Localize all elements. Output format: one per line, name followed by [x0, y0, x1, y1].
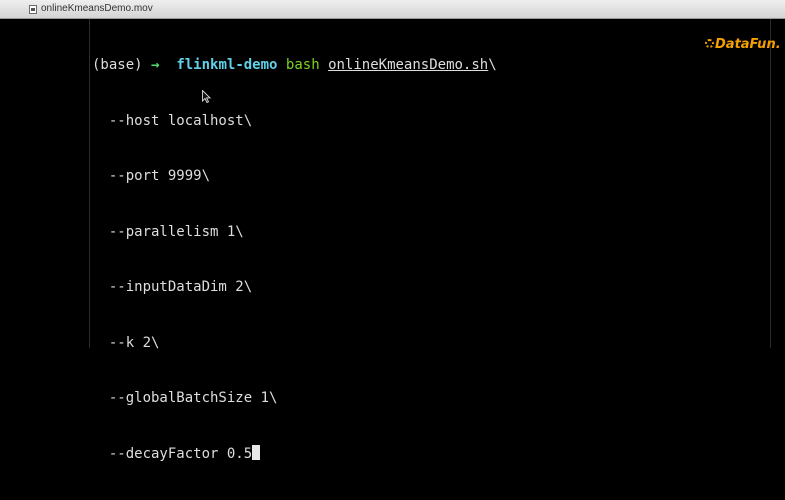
datafun-logo: DataFun. — [705, 37, 781, 52]
arg-line: --k 2\ — [92, 334, 160, 351]
mouse-pointer-icon — [202, 90, 211, 103]
arg-line: --globalBatchSize 1\ — [92, 390, 278, 406]
logo-mark-icon — [705, 39, 714, 48]
prompt-arrow: → — [151, 57, 160, 73]
arg-line: --parallelism 1\ — [92, 223, 244, 240]
window-title: onlineKmeansDemo.mov — [41, 3, 153, 14]
command-name: bash — [285, 57, 320, 73]
arg-text: --decayFactor 0.5 — [92, 445, 253, 462]
window-titlebar: onlineKmeansDemo.mov — [0, 0, 785, 19]
terminal-area[interactable]: (base) → flinkml-demo bash onlineKmeansD… — [0, 19, 785, 462]
arg-line: --port 9999\ — [92, 168, 211, 184]
arg-line: --host localhost\ — [92, 112, 253, 129]
terminal-output: (base) → flinkml-demo bash onlineKmeansD… — [92, 19, 497, 500]
arg-line-last: --decayFactor 0.5 — [92, 444, 497, 464]
document-icon — [29, 5, 37, 14]
prompt-line: (base) → flinkml-demo bash onlineKmeansD… — [92, 56, 497, 75]
left-divider — [89, 19, 90, 348]
text-cursor — [252, 444, 261, 460]
prompt-env: (base) — [92, 57, 143, 73]
line-continuation: \ — [488, 57, 497, 73]
arg-line: --inputDataDim 2\ — [92, 279, 253, 295]
prompt-directory: flinkml-demo — [176, 57, 278, 73]
right-divider — [770, 19, 771, 348]
script-name: onlineKmeansDemo.sh — [328, 57, 489, 73]
logo-text: DataFun. — [715, 37, 781, 52]
